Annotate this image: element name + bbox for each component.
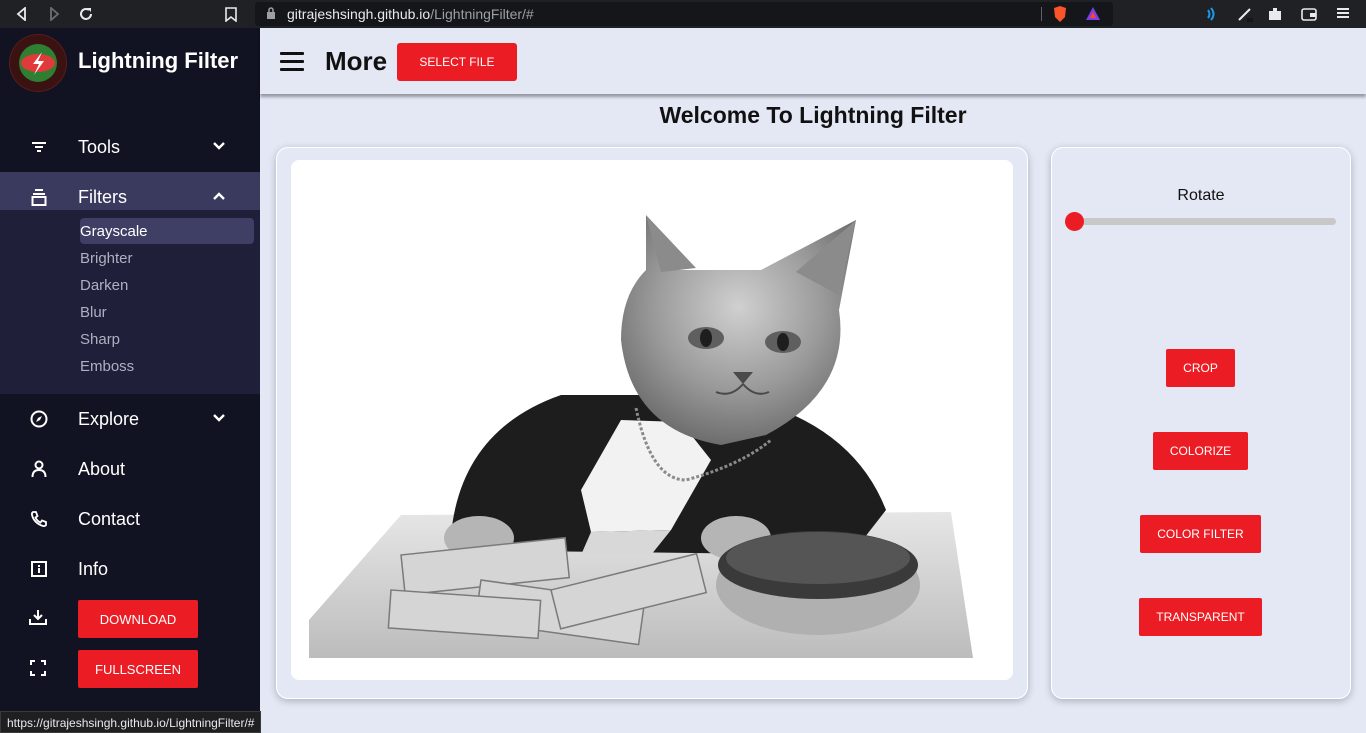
rotate-slider-thumb[interactable] [1065, 212, 1084, 231]
rotate-slider[interactable] [1071, 218, 1336, 225]
compass-icon [28, 408, 50, 430]
color-filter-button[interactable]: COLOR FILTER [1140, 515, 1261, 553]
sidebar-item-about[interactable]: About [0, 446, 260, 492]
phone-icon [28, 508, 50, 530]
sidebar-item-label: Contact [78, 508, 141, 529]
address-bar[interactable]: gitrajeshsingh.github.io/LightningFilter… [255, 2, 1113, 26]
sidebar-item-label: Tools [78, 136, 121, 157]
browser-menu-icon[interactable] [1335, 5, 1353, 23]
brave-rewards-icon[interactable] [1085, 6, 1101, 26]
chevron-down-icon [212, 410, 230, 428]
colorize-button[interactable]: COLORIZE [1153, 432, 1248, 470]
brave-shield-icon[interactable] [1052, 5, 1068, 28]
url-host: gitrajeshsingh.github.io [287, 6, 431, 22]
reload-icon[interactable] [77, 5, 95, 23]
status-bar-url: https://gitrajeshsingh.github.io/Lightni… [0, 711, 262, 733]
download-button[interactable]: DOWNLOAD [78, 600, 198, 638]
filter-emboss[interactable]: Emboss [80, 358, 134, 375]
welcome-heading: Welcome To Lightning Filter [659, 102, 967, 128]
app-title: Lightning Filter [78, 48, 239, 73]
sidebar-item-label: About [78, 458, 126, 479]
select-file-button[interactable]: SELECT FILE [397, 43, 517, 81]
chevron-down-icon [212, 138, 230, 156]
extensions-icon[interactable] [1266, 5, 1284, 23]
wallet-signal-icon[interactable] [1202, 5, 1220, 23]
filter-grayscale[interactable]: Grayscale [80, 223, 148, 240]
sidebar-item-label: Explore [78, 408, 140, 429]
image-panel [276, 147, 1028, 699]
sidebar-item-explore[interactable]: Explore [0, 396, 260, 442]
filter-brighter[interactable]: Brighter [80, 250, 133, 267]
rotate-label: Rotate [1177, 187, 1225, 204]
page-title: More [325, 46, 388, 76]
fullscreen-icon [30, 660, 46, 681]
filter-lines-icon [28, 136, 50, 158]
sidebar-item-filters[interactable]: Filters [0, 174, 260, 220]
fullscreen-button[interactable]: FULLSCREEN [78, 650, 198, 688]
download-icon [29, 609, 47, 630]
sidebar-item-label: Info [78, 558, 109, 579]
pen-extension-icon[interactable] [1236, 5, 1254, 23]
image-canvas [291, 160, 1013, 680]
controls-panel: Rotate CROP COLORIZE COLOR FILTER TRANSP… [1051, 147, 1351, 699]
crop-button[interactable]: CROP [1166, 349, 1235, 387]
url-path: /LightningFilter/# [430, 6, 534, 22]
info-icon [28, 558, 50, 580]
divider [1041, 7, 1042, 21]
layers-icon [28, 186, 50, 208]
bookmark-icon[interactable] [222, 5, 240, 23]
lock-icon [266, 7, 276, 25]
url-text: gitrajeshsingh.github.io/LightningFilter… [287, 6, 534, 22]
wallet-icon[interactable] [1300, 5, 1318, 23]
filter-sharp[interactable]: Sharp [80, 331, 120, 348]
sidebar-item-contact[interactable]: Contact [0, 496, 260, 542]
sidebar-item-tools[interactable]: Tools [0, 124, 260, 170]
back-icon[interactable] [13, 5, 31, 23]
sidebar-item-info[interactable]: Info [0, 546, 260, 592]
app-logo [9, 34, 67, 92]
filter-blur[interactable]: Blur [80, 304, 107, 321]
sidebar: Lightning Filter Tools Filters Grayscale… [0, 28, 260, 733]
forward-icon[interactable] [45, 5, 63, 23]
person-icon [28, 458, 50, 480]
browser-toolbar: gitrajeshsingh.github.io/LightningFilter… [0, 0, 1366, 28]
sidebar-item-label: Filters [78, 186, 127, 207]
chevron-up-icon [212, 188, 230, 206]
transparent-button[interactable]: TRANSPARENT [1139, 598, 1262, 636]
top-header: More SELECT FILE [260, 28, 1366, 94]
filter-darken[interactable]: Darken [80, 277, 128, 294]
cat-image [309, 215, 973, 658]
hamburger-menu-icon[interactable] [280, 52, 304, 72]
